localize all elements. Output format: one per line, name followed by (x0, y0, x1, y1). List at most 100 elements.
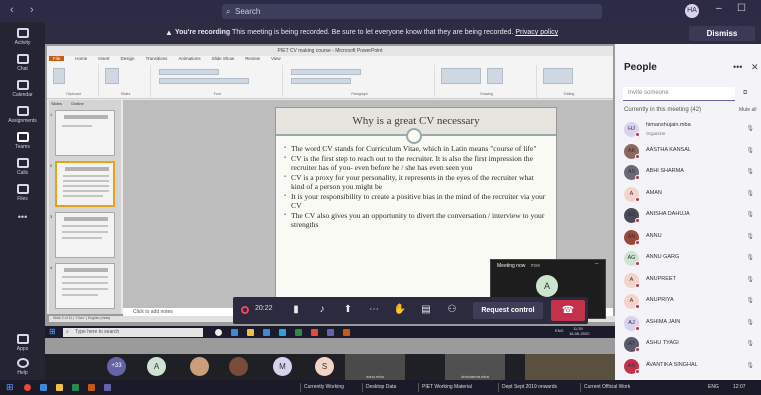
participant-row[interactable]: AK AASTHA KANSAL 🎙 (624, 142, 754, 162)
current-participants-label[interactable]: Currently in this meeting (42) (624, 107, 701, 113)
share-screen-icon[interactable]: ⬆ (341, 304, 355, 315)
slide-thumbnail[interactable] (55, 263, 115, 309)
taskbar-tab[interactable]: Desktop Data (362, 383, 396, 392)
rail-item-activity[interactable]: Activity (0, 28, 45, 46)
mic-muted-icon[interactable]: 🎙 (746, 233, 754, 240)
rail-more-button[interactable]: ••• (0, 212, 45, 222)
raise-hand-icon[interactable]: ✋ (393, 304, 407, 315)
new-slide-icon[interactable] (105, 68, 119, 84)
slide-thumbnail-selected[interactable] (55, 161, 115, 207)
taskbar-tab[interactable]: PIET Working Material (418, 383, 472, 392)
powerpoint-taskbar-icon[interactable] (343, 329, 350, 336)
more-actions-icon[interactable]: ⋯ (367, 304, 381, 315)
rail-item-calls[interactable]: Calls (0, 158, 45, 176)
tab-file[interactable]: File (49, 56, 65, 61)
mic-muted-icon[interactable]: 🎙 (746, 254, 754, 261)
store-icon[interactable] (263, 329, 270, 336)
folder-icon[interactable] (56, 384, 63, 391)
slide-thumbnail[interactable] (55, 110, 115, 156)
windows-start-icon[interactable]: ⊞ (49, 327, 56, 336)
search-input[interactable]: ⌕ Search (222, 4, 602, 19)
dismiss-button[interactable]: Dismiss (689, 26, 755, 41)
participant-row[interactable]: A AMAN 🎙 (624, 185, 754, 205)
camera-icon[interactable]: ▮ (289, 304, 303, 315)
chat-icon[interactable]: ▤ (419, 304, 433, 315)
tab-slide-show[interactable]: Slide Show (212, 56, 235, 61)
windows-start-icon[interactable]: ⊞ (6, 382, 14, 393)
mic-muted-icon[interactable]: 🎙 (746, 168, 754, 175)
teams-taskbar-icon[interactable] (327, 329, 334, 336)
mic-muted-icon[interactable]: 🎙 (746, 147, 754, 154)
mic-muted-icon[interactable]: 🎙 (746, 276, 754, 283)
more-options-icon[interactable]: ••• (733, 62, 742, 72)
tab-view[interactable]: View (271, 56, 281, 61)
mic-muted-icon[interactable]: 🎙 (746, 297, 754, 304)
rail-item-teams[interactable]: Teams (0, 132, 45, 150)
chrome-icon[interactable] (311, 329, 318, 336)
mic-muted-icon[interactable]: 🎙 (746, 319, 754, 326)
forward-button[interactable]: › (30, 4, 34, 16)
mic-muted-icon[interactable]: 🎙 (746, 362, 754, 369)
find-replace-icons[interactable] (543, 68, 573, 84)
request-control-button[interactable]: Request control (473, 302, 543, 319)
privacy-policy-link[interactable]: Privacy policy (515, 29, 558, 36)
cortana-icon[interactable] (215, 329, 222, 336)
rail-item-help[interactable]: Help (0, 358, 45, 376)
edge-icon[interactable] (40, 384, 47, 391)
avatar[interactable]: HA (685, 4, 699, 18)
tab-home[interactable]: Home (75, 56, 87, 61)
edge-icon[interactable] (231, 329, 238, 336)
participant-row[interactable]: AJ ASHIMA JAIN 🎙 (624, 314, 754, 334)
rail-item-calendar[interactable]: Calendar (0, 80, 45, 98)
powerpoint-taskbar-icon[interactable] (88, 384, 95, 391)
pane-tab-slides[interactable]: Slides (51, 101, 62, 106)
tab-transitions[interactable]: Transitions (146, 56, 168, 61)
taskbar-tab[interactable]: Dept Sept 2019 onwards (498, 383, 557, 392)
mic-muted-icon[interactable]: 🎙 (746, 340, 754, 347)
tab-insert[interactable]: Insert (98, 56, 109, 61)
minimize-button[interactable]: – (716, 3, 722, 14)
hang-up-button[interactable]: ☎ (551, 300, 585, 321)
participant-row[interactable]: AN ANNU 🎙 (624, 228, 754, 248)
teams-taskbar-icon[interactable] (104, 384, 111, 391)
tab-review[interactable]: Review (245, 56, 260, 61)
mic-muted-icon[interactable]: 🎙 (746, 190, 754, 197)
mute-all-button[interactable]: Mute all (739, 107, 757, 113)
taskbar-tab[interactable]: Current Official Work (580, 383, 630, 392)
rail-item-files[interactable]: Files (0, 184, 45, 202)
font-select[interactable] (159, 69, 219, 75)
participant-row[interactable]: HJ himanshujain.mba Organizer 🎙 (624, 120, 754, 140)
mic-muted-icon[interactable]: 🎙 (746, 211, 754, 218)
tab-design[interactable]: Design (121, 56, 135, 61)
excel-icon[interactable] (72, 384, 79, 391)
paste-icon[interactable] (53, 68, 65, 84)
share-invite-icon[interactable]: ⧉ (743, 90, 747, 97)
participant-row[interactable]: AS ABHI SHARMA 🎙 (624, 163, 754, 183)
minimize-icon[interactable]: – (595, 261, 598, 267)
arrange-icon[interactable] (487, 68, 503, 84)
participant-row[interactable]: AG ANNU GARG 🎙 (624, 249, 754, 269)
mail-icon[interactable] (279, 329, 286, 336)
close-icon[interactable]: ✕ (751, 62, 759, 73)
maximize-button[interactable]: ☐ (737, 3, 746, 14)
tab-animations[interactable]: Animations (178, 56, 200, 61)
participant-row[interactable]: A ANUPRIYA 🎙 (624, 292, 754, 312)
folder-icon[interactable] (247, 329, 254, 336)
mic-muted-icon[interactable]: 🎙 (746, 125, 754, 132)
invite-someone-input[interactable]: Invite someone (623, 87, 735, 101)
rail-item-chat[interactable]: Chat (0, 54, 45, 72)
font-format-icons[interactable] (159, 78, 249, 84)
slide-thumbnail[interactable] (55, 212, 115, 258)
align-icons[interactable] (291, 78, 351, 84)
chrome-icon[interactable] (24, 384, 31, 391)
taskbar-tab[interactable]: Currently Working (300, 383, 344, 392)
participant-row[interactable]: AT ASHU TYAGI 🎙 (624, 335, 754, 355)
participant-row[interactable]: AD ANISHA DAHUJA 🎙 (624, 206, 754, 226)
participants-icon[interactable]: ⚇ (445, 304, 459, 315)
back-button[interactable]: ‹ (10, 4, 14, 16)
more-participants-count[interactable]: +33 (107, 357, 126, 376)
excel-icon[interactable] (295, 329, 302, 336)
rail-item-assignments[interactable]: Assignments (0, 106, 45, 124)
rail-item-apps[interactable]: Apps (0, 334, 45, 352)
shapes-gallery[interactable] (441, 68, 481, 84)
